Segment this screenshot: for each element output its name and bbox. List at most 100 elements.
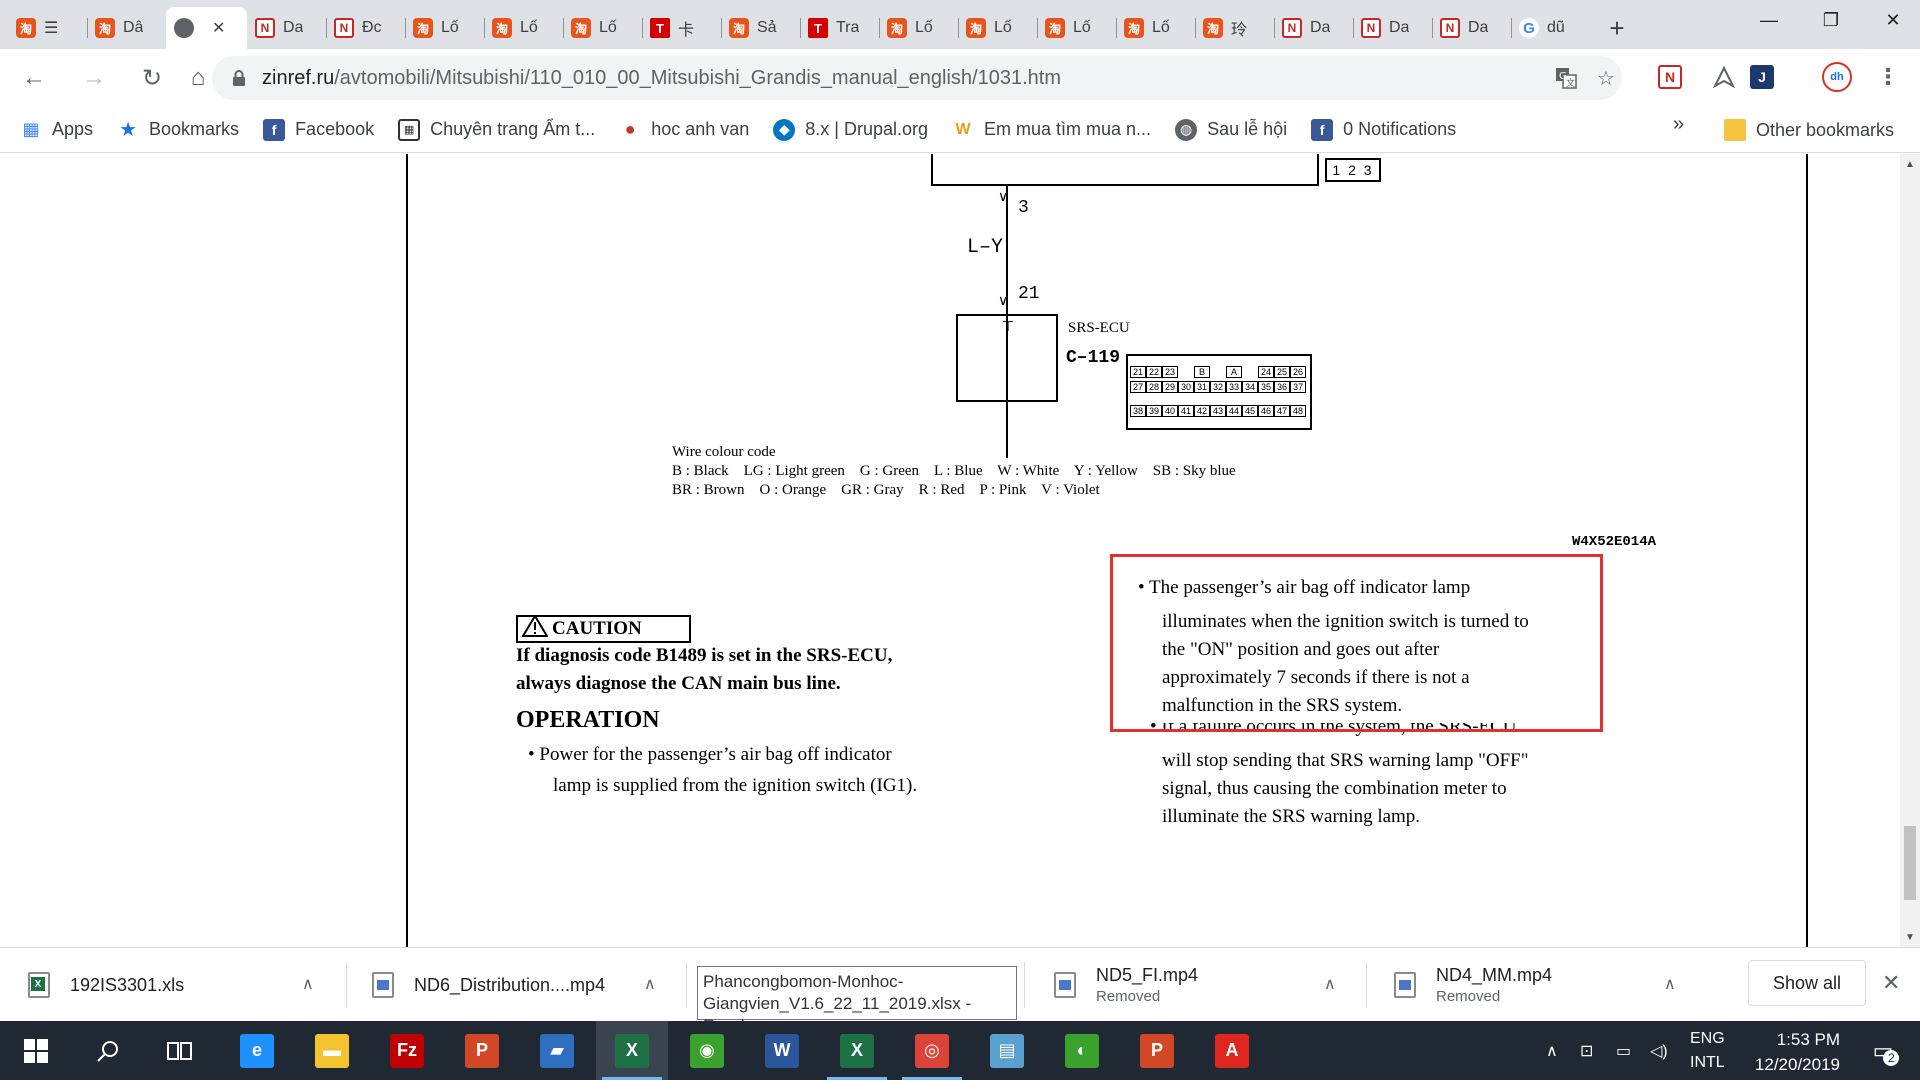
bookmark-item[interactable]: f Facebook [255,112,382,148]
tab-title: Sả [757,19,777,36]
connector-pin: 25 [1274,366,1290,378]
download-item[interactable]: ND5_FI.mp4 Removed [1054,948,1198,1022]
taskbar-app[interactable]: ▤ [971,1021,1043,1080]
bookmark-item[interactable]: ◍ Sau lễ hội [1167,112,1295,148]
tab[interactable]: N Da [247,7,326,49]
forward-button[interactable]: → [74,58,114,98]
taskbar-app[interactable]: X [596,1021,668,1080]
download-separator [686,962,687,1008]
restore-button[interactable]: ❐ [1800,0,1862,40]
n-extension-icon[interactable]: N [1658,65,1682,89]
page-scrollbar[interactable]: ▲ ▼ [1900,154,1920,947]
bookmark-item[interactable]: ★ Bookmarks [109,112,247,148]
download-item[interactable]: ND4_MM.mp4 Removed [1394,948,1552,1022]
connector-pin: 44 [1226,405,1242,417]
scroll-down-arrow-icon[interactable]: ▼ [1900,927,1920,947]
taskbar-app[interactable]: X [821,1021,893,1080]
system-clock[interactable]: 1:53 PM 12/20/2019 [1742,1027,1840,1077]
chevron-up-icon[interactable]: ∧ [1324,974,1336,994]
taskbar-app[interactable]: e [221,1021,293,1080]
bookmarks-overflow-button[interactable]: » [1673,113,1684,136]
tab-title: 卡 [678,22,695,39]
tab[interactable]: N Da [1353,7,1432,49]
input-language-indicator[interactable]: ENG INTL [1690,1021,1725,1080]
other-bookmarks-folder[interactable]: Other bookmarks [1716,112,1902,148]
bookmark-label: 0 Notifications [1343,119,1457,139]
download-item[interactable]: 192IS3301.xls [28,948,184,1022]
chevron-up-icon[interactable]: ∧ [302,974,314,994]
close-window-button[interactable]: ✕ [1862,0,1920,40]
arrow-extension-icon[interactable] [1708,61,1740,93]
close-tab-icon[interactable]: ✕ [212,18,225,38]
bookmark-item[interactable]: ▦ Chuyên trang Ẩm t... [390,112,603,148]
show-hidden-icons-button[interactable]: ∧ [1546,1021,1558,1080]
search-icon [97,1040,118,1062]
taskbar-app[interactable]: A [1196,1021,1268,1080]
bookmark-star-icon[interactable]: ☆ [1592,64,1620,92]
start-button[interactable] [0,1021,72,1080]
taskbar-app[interactable]: ▰ [521,1021,593,1080]
network-icon[interactable]: ⊡ [1580,1021,1593,1080]
taskbar-app[interactable]: ▬ [296,1021,368,1080]
taskbar-app[interactable]: ◉ [671,1021,743,1080]
bookmark-item[interactable]: W Em mua tìm mua n... [944,112,1159,148]
bookmark-item[interactable]: ● hoc anh van [611,112,757,148]
search-button[interactable] [72,1021,144,1080]
translate-icon[interactable]: G文 [1552,64,1580,92]
wire-arrow-top: ∨ [998,188,1009,204]
taskbar-app[interactable]: P [1121,1021,1193,1080]
taskbar-app[interactable]: W [746,1021,818,1080]
bookmark-item[interactable]: f 0 Notifications [1303,112,1464,148]
scroll-up-arrow-icon[interactable]: ▲ [1900,154,1920,174]
taskbar-app[interactable]: Fz [371,1021,443,1080]
volume-icon[interactable]: ◁) [1650,1021,1668,1080]
tab-title: Lố [520,19,538,36]
scrollbar-thumb[interactable] [1904,826,1916,900]
tab[interactable]: 淘玲 [1195,7,1274,49]
tab[interactable]: 淘 Lố [958,7,1037,49]
task-view-button[interactable] [144,1021,216,1080]
back-button[interactable]: ← [14,58,54,98]
show-all-button[interactable]: Show all [1748,960,1866,1006]
tab-active[interactable]: ✕ [166,7,247,49]
chevron-up-icon[interactable]: ∧ [1664,974,1676,994]
profile-avatar-icon[interactable]: dh [1822,62,1852,92]
taskbar-app[interactable]: ◎ [896,1021,968,1080]
new-tab-button[interactable]: + [1596,7,1638,49]
address-bar[interactable]: zinref.ru/avtomobili/Mitsubishi/110_010_… [212,56,1622,100]
lock-icon[interactable] [230,69,248,87]
minimize-button[interactable]: — [1738,0,1800,40]
tab[interactable]: N Đc [326,7,405,49]
tab[interactable]: T卡 [642,7,721,49]
reload-button[interactable]: ↻ [132,58,172,98]
tab[interactable]: 淘 Lố [879,7,958,49]
tab[interactable]: N Da [1274,7,1353,49]
bookmark-item[interactable]: ◆ 8.x | Drupal.org [765,112,936,148]
download-item[interactable]: ND6_Distribution....mp4 [372,948,605,1022]
chrome-menu-icon[interactable]: ⋮ [1872,61,1904,93]
url-text[interactable]: zinref.ru/avtomobili/Mitsubishi/110_010_… [262,67,1061,90]
chevron-up-icon[interactable]: ∧ [644,974,656,994]
tab[interactable]: N Da [1432,7,1511,49]
tab[interactable]: T Tra [800,7,879,49]
action-center-button[interactable]: ▭ 2 [1866,1021,1900,1080]
svg-text:文: 文 [1566,77,1575,89]
tab[interactable]: 淘 Dâ [87,7,166,49]
tab[interactable]: 淘 Lố [405,7,484,49]
tab[interactable]: 淘 Lố [1116,7,1195,49]
taskbar-app[interactable]: ◐ [1046,1021,1118,1080]
taskbar-app[interactable]: P [446,1021,518,1080]
tab[interactable]: 淘 Lố [1037,7,1116,49]
close-download-shelf-icon[interactable]: ✕ [1882,970,1900,996]
tab[interactable]: 淘 ☰ [8,7,87,49]
tab[interactable]: Gdũ [1511,7,1590,49]
tab[interactable]: 淘 Lố [563,7,642,49]
bookmark-item[interactable]: ▦ Apps [12,112,101,148]
connector-pin: 46 [1258,405,1274,417]
notification-icon: ▭ 2 [1873,1038,1900,1066]
battery-icon[interactable]: ▭ [1616,1021,1631,1080]
tab[interactable]: 淘 Lố [484,7,563,49]
j-extension-icon[interactable]: J [1750,65,1774,89]
operation-heading: OPERATION [516,707,660,733]
tab[interactable]: 淘 Sả [721,7,800,49]
